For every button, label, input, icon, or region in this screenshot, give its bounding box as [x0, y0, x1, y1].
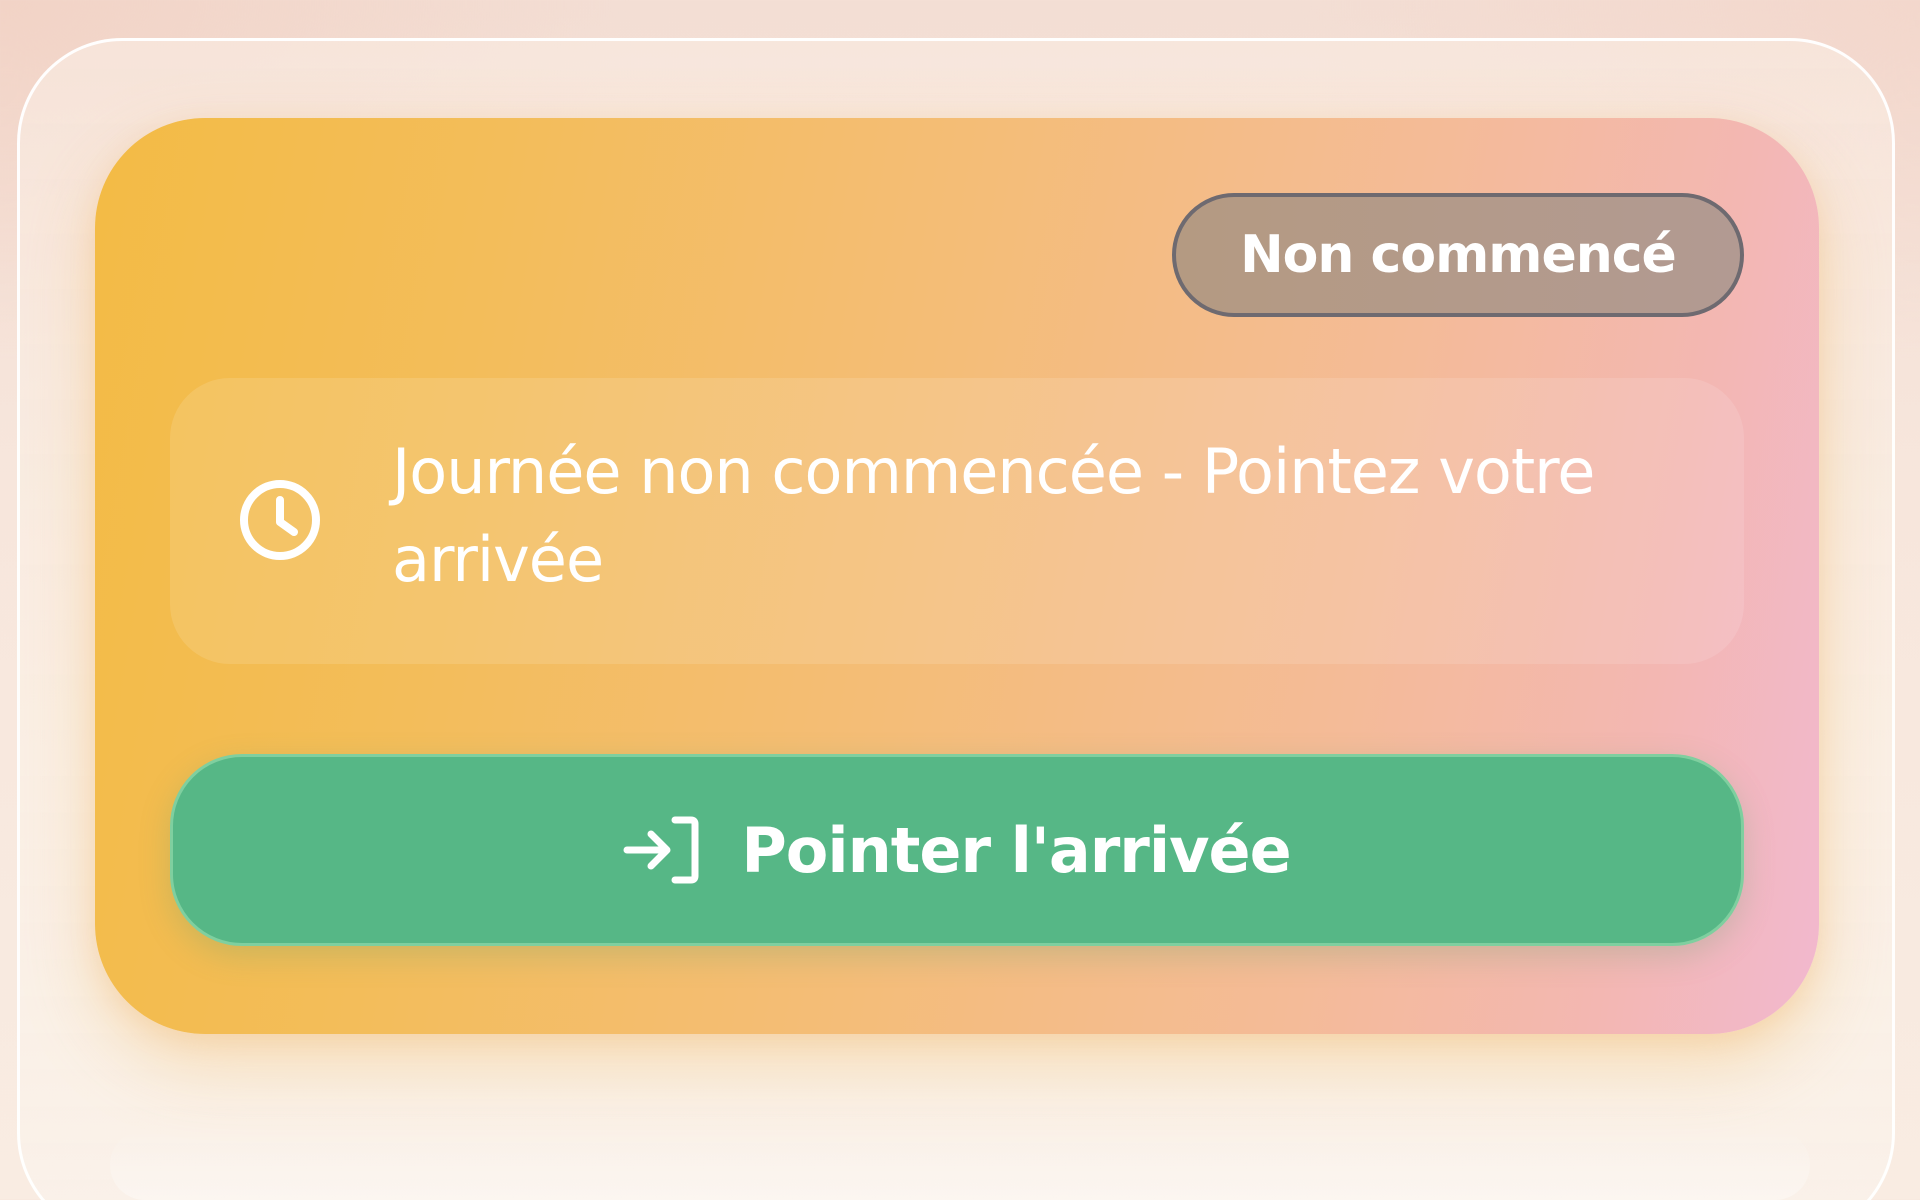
status-badge: Non commencé — [1172, 193, 1744, 317]
clock-in-button[interactable]: Pointer l'arrivée — [170, 754, 1744, 946]
clock-icon — [240, 480, 320, 560]
clock-in-button-label: Pointer l'arrivée — [741, 813, 1291, 887]
next-card-edge — [110, 1130, 1810, 1200]
login-icon — [623, 816, 699, 884]
status-message-text: Journée non commencée - Pointez votre ar… — [392, 435, 1595, 596]
